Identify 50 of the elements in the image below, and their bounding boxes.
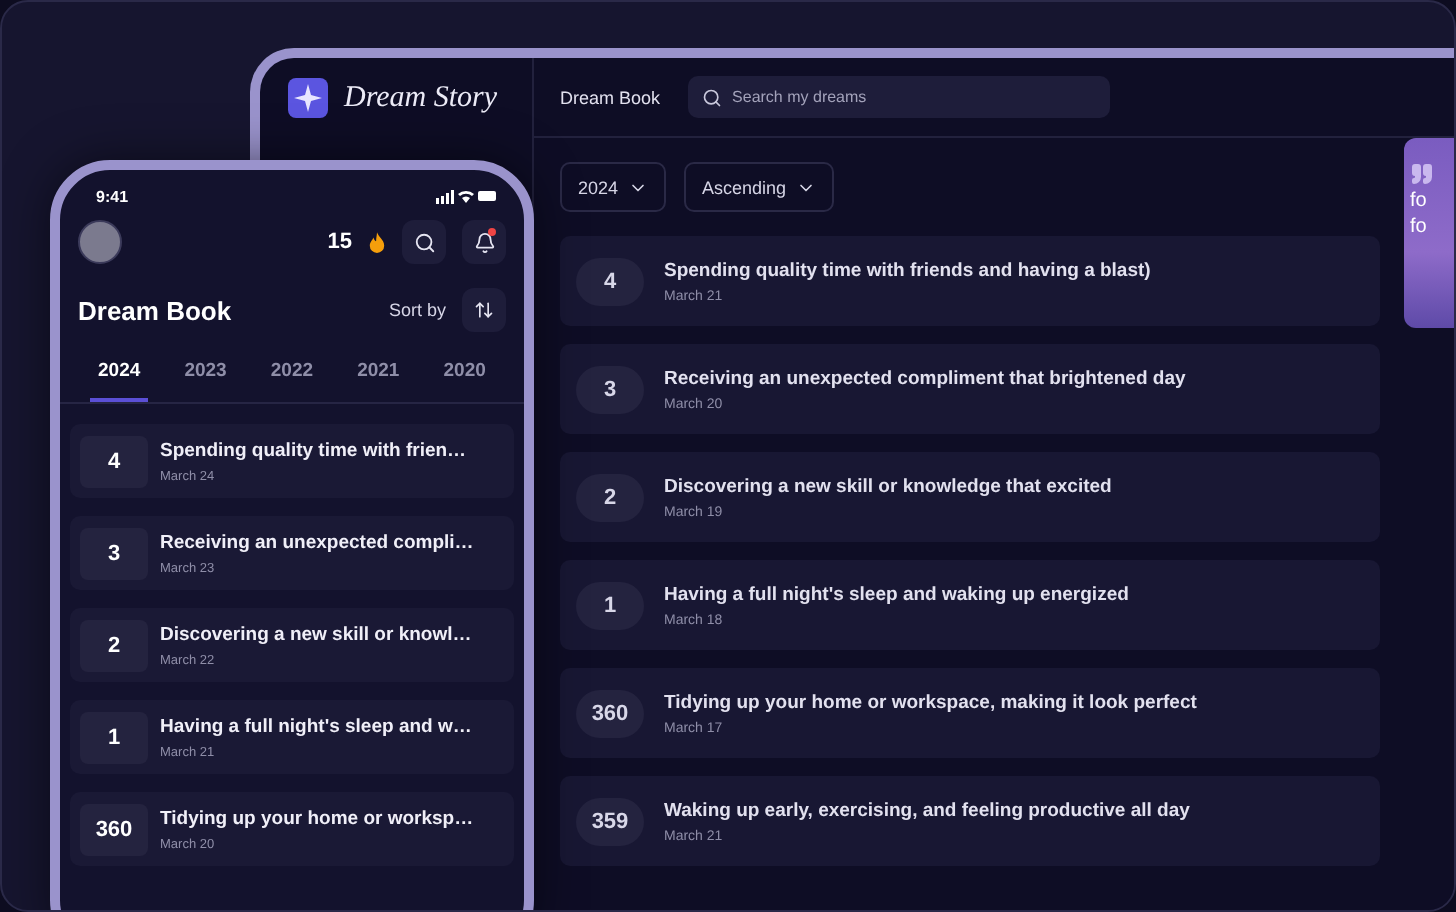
- entry-title: Having a full night's sleep and w…: [160, 715, 472, 737]
- status-time: 9:41: [96, 187, 129, 205]
- quote-icon: [1410, 162, 1434, 186]
- count-badge: 1: [80, 711, 148, 763]
- count-badge: 359: [576, 797, 644, 845]
- logo-icon: [288, 78, 328, 118]
- streak-count: 15: [327, 230, 352, 254]
- search-icon: [702, 87, 723, 107]
- entry-title: Spending quality time with frien…: [160, 439, 467, 461]
- quote-text: fo: [1410, 190, 1427, 212]
- status-icons: [436, 188, 496, 204]
- count-badge: 4: [80, 435, 148, 487]
- year-tab[interactable]: 2023: [176, 360, 235, 402]
- count-badge: 4: [576, 257, 644, 305]
- entry-title: Spending quality time with friends and having a blast): [664, 259, 1151, 281]
- count-badge: 1: [576, 581, 644, 629]
- count-badge: 360: [80, 803, 148, 855]
- entry-title: Tidying up your home or workspace, making it look perfect: [664, 691, 1197, 713]
- search-field[interactable]: Search my dreams: [688, 76, 1111, 118]
- entry-title: Receiving an unexpected compliment that brightened day: [664, 367, 1186, 389]
- filter-dropdown[interactable]: Ascending: [684, 162, 835, 212]
- search-button[interactable]: [402, 220, 446, 264]
- count-badge: 3: [576, 365, 644, 413]
- entry-title: Waking up early, exercising, and feeling productive all day: [664, 799, 1190, 821]
- year-tab[interactable]: 2021: [349, 360, 408, 402]
- year-tab[interactable]: 2020: [435, 360, 494, 402]
- count-badge: 360: [576, 689, 644, 737]
- sort-label: Sort by: [388, 300, 446, 320]
- avatar[interactable]: [78, 220, 122, 264]
- quote-text: fo: [1410, 216, 1427, 238]
- year-tab[interactable]: 2022: [262, 360, 322, 402]
- page-title: Dream Book: [78, 295, 232, 325]
- notification-button[interactable]: [462, 220, 506, 264]
- count-badge: 2: [576, 473, 644, 521]
- entry-title: Discovering a new skill or knowl…: [160, 623, 472, 645]
- brand-name: Dream Story: [344, 81, 498, 115]
- page-title: Dream Book: [560, 87, 661, 107]
- entry-title: Discovering a new skill or knowledge that excited: [664, 475, 1112, 497]
- sort-arrows-icon: [474, 300, 494, 320]
- entry-title: Having a full night's sleep and waking up energized: [664, 583, 1129, 605]
- year-tab[interactable]: 2024: [90, 360, 149, 402]
- filter-dropdown[interactable]: 2024: [560, 162, 667, 212]
- bell-icon: [473, 231, 495, 253]
- entry-title: Tidying up your home or worksp…: [160, 807, 474, 829]
- count-badge: 2: [80, 619, 148, 671]
- flame-icon: [368, 231, 386, 253]
- count-badge: 3: [80, 527, 148, 579]
- entry-title: Receiving an unexpected compli…: [160, 531, 474, 553]
- sort-button[interactable]: [462, 288, 506, 332]
- search-icon: [413, 231, 435, 253]
